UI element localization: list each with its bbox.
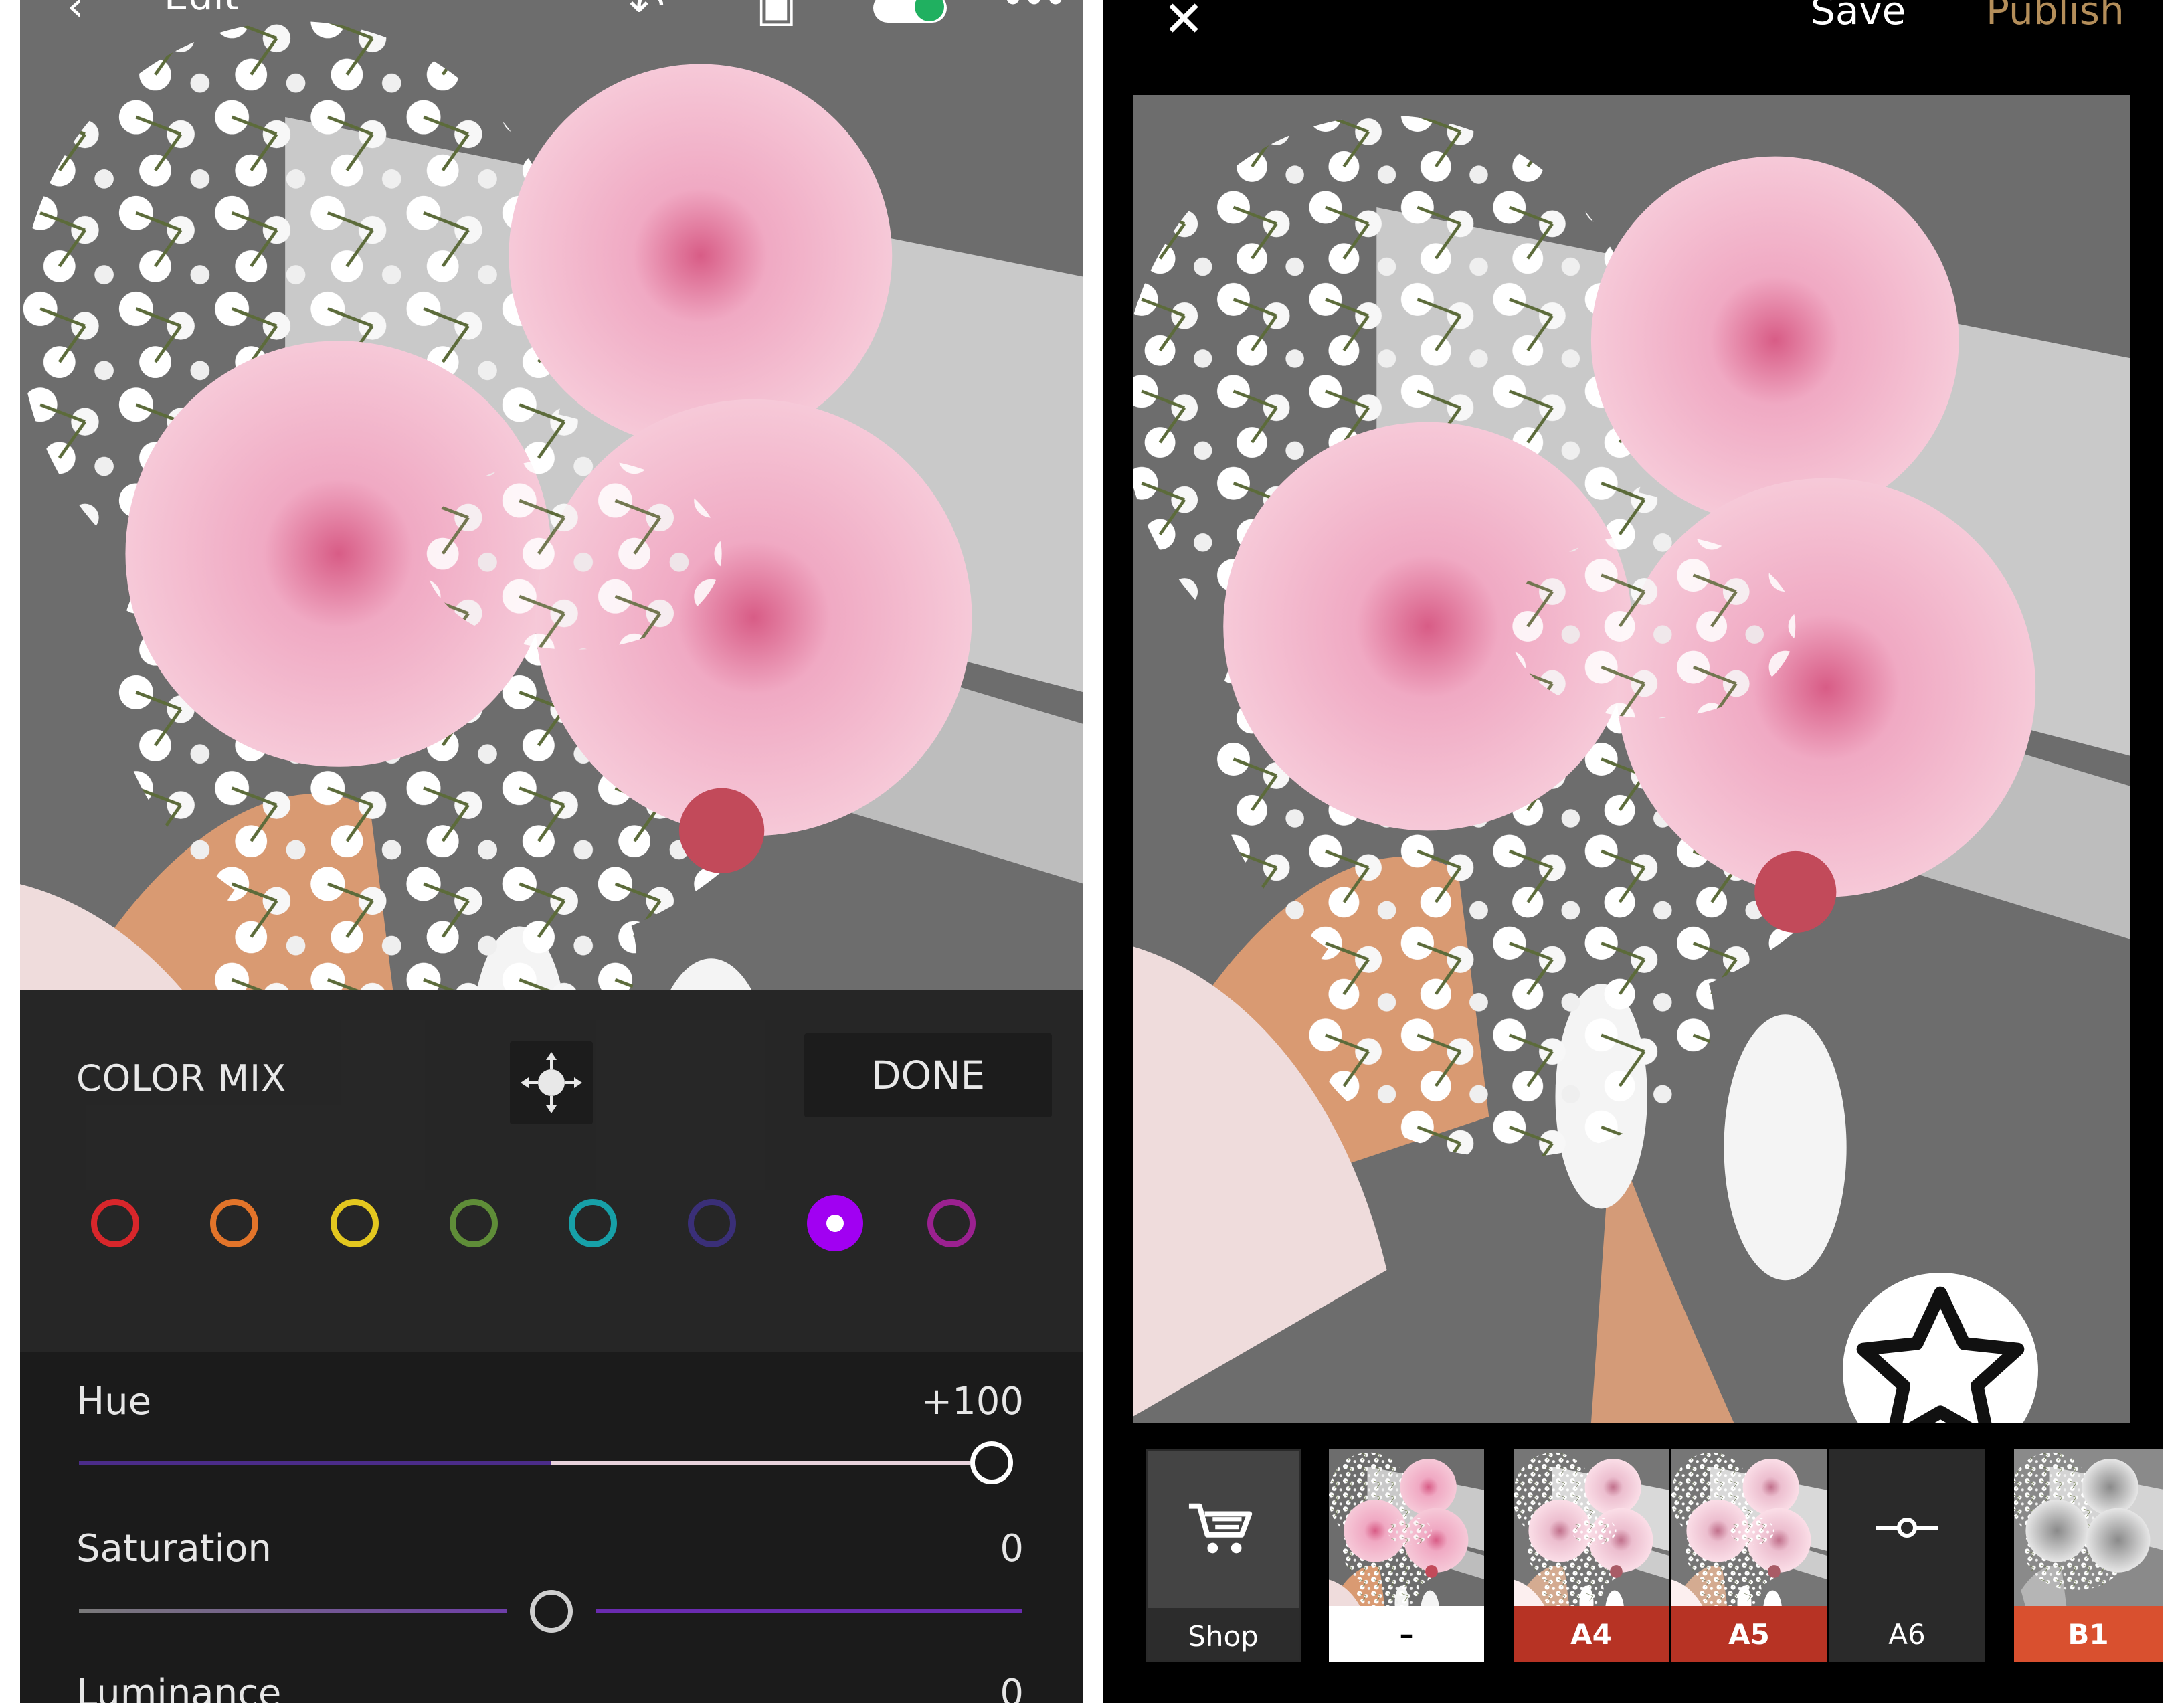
star-icon [1856,1286,2025,1423]
preview-photo [1133,95,2130,1423]
hue-track-left[interactable] [79,1461,571,1465]
cart-icon [1148,1451,1299,1608]
swatch-red[interactable] [91,1199,139,1247]
filter-label-none: – [1329,1606,1484,1662]
filter-thumbnail [2014,1449,2163,1606]
filter-tile-a4[interactable]: A4 [1514,1449,1669,1662]
filter-tile-none[interactable]: – [1329,1449,1484,1662]
swatch-purple-selected[interactable] [807,1195,863,1251]
page-title: Edit [164,0,239,19]
lightroom-editor-panel: ‹ Edit ↶ ▣ ••• COLOR MIX DONE Hue +100 [20,0,1083,1703]
hue-label: Hue [76,1380,152,1423]
filter-tile-shop[interactable]: Shop [1146,1449,1301,1662]
filter-label-b1: B1 [2014,1606,2163,1662]
filter-tile-b1[interactable]: B1 [2014,1449,2163,1662]
filter-thumbnail [1514,1449,1669,1606]
filter-thumbnail [1671,1449,1827,1606]
done-button[interactable]: DONE [804,1033,1052,1117]
color-mix-sliders: Hue +100 Saturation 0 Luminance 0 [20,1352,1083,1703]
swatch-green[interactable] [450,1199,498,1247]
saturation-label: Saturation [76,1527,272,1571]
filter-strip: Shop – A4 A5 A6 B1 [1103,1449,2163,1664]
cloud-sync-icon[interactable] [873,0,947,23]
swatch-orange[interactable] [210,1199,258,1247]
targeted-adjustment-icon[interactable] [510,1041,593,1124]
saturation-track-left[interactable] [79,1609,507,1613]
edited-photo [20,0,1083,990]
chevron-left-icon[interactable]: ‹ [67,0,84,33]
swatch-blue[interactable] [688,1199,736,1247]
swatch-magenta[interactable] [927,1199,976,1247]
filter-label-a4: A4 [1514,1606,1669,1662]
sync-status-dot [915,0,944,21]
saturation-track-right[interactable] [596,1609,1022,1613]
luminance-label: Luminance [76,1672,282,1703]
filter-tile-a6[interactable]: A6 [1829,1449,1985,1662]
publish-button[interactable]: Publish [1986,0,2124,33]
hue-value: +100 [921,1380,1024,1423]
saturation-slider-thumb[interactable] [530,1590,573,1633]
swatch-yellow[interactable] [331,1199,379,1247]
more-dots-icon[interactable]: ••• [1000,0,1068,27]
close-icon[interactable]: ✕ [1163,0,1204,48]
top-toolbar: ‹ Edit ↶ ▣ ••• [20,0,1083,40]
save-button[interactable]: Save [1811,0,1906,33]
copy-icon[interactable]: ▣ [756,0,796,33]
saturation-value: 0 [1000,1527,1024,1571]
color-mix-label: COLOR MIX [76,1057,287,1099]
vsco-editor-panel: ✕ Save Publish Shop – A4 A5 A6 B1 [1103,0,2163,1703]
filter-label-shop: Shop [1148,1608,1299,1660]
adjust-slider-icon [1829,1449,1985,1606]
luminance-value: 0 [1000,1672,1024,1703]
swatch-aqua[interactable] [569,1199,617,1247]
filter-thumbnail [1329,1449,1484,1606]
filter-label-a6: A6 [1829,1606,1985,1662]
selected-indicator [826,1215,844,1232]
hue-track-right[interactable] [551,1461,970,1465]
undo-icon[interactable]: ↶ [629,0,665,33]
filter-label-a5: A5 [1671,1606,1827,1662]
color-mix-panel: COLOR MIX DONE [20,990,1083,1352]
favorite-button[interactable] [1843,1273,2038,1423]
filter-tile-a5[interactable]: A5 [1671,1449,1827,1662]
hue-slider-thumb[interactable] [970,1441,1013,1484]
